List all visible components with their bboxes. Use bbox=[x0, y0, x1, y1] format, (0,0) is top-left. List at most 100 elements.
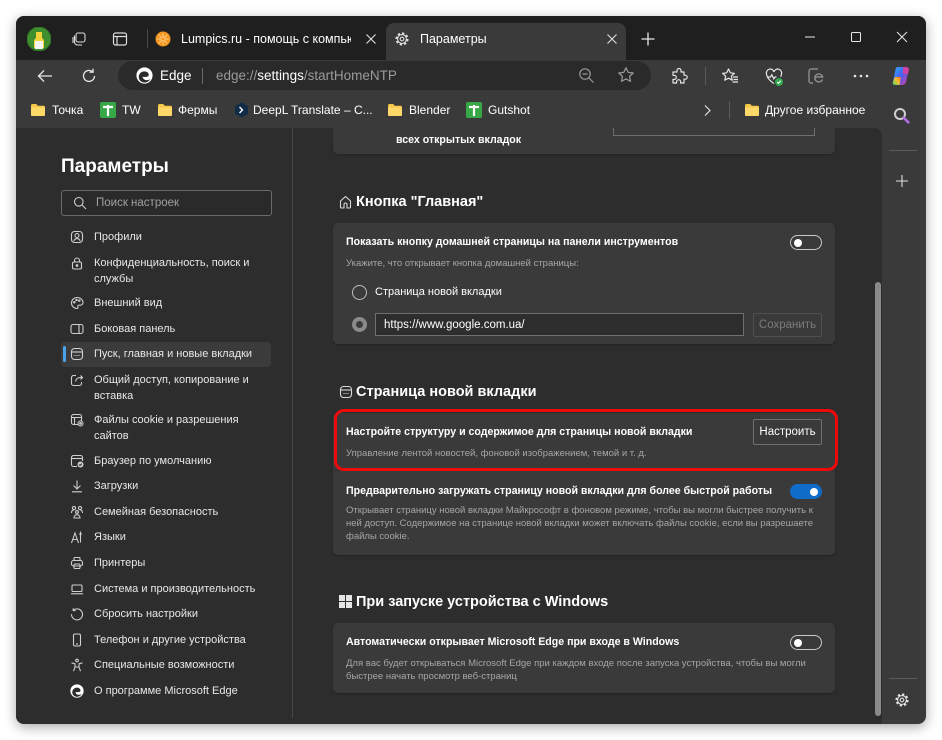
settings-search[interactable] bbox=[61, 190, 272, 216]
copilot-icon[interactable] bbox=[891, 65, 913, 87]
nav-item-languages[interactable]: Языки bbox=[61, 525, 271, 549]
scrollbar-thumb[interactable] bbox=[875, 282, 881, 716]
radio-new-tab-page-label[interactable]: Страница новой вкладки bbox=[375, 285, 502, 300]
nav-item-accessibility[interactable]: Специальные возможности bbox=[61, 653, 271, 677]
profile-avatar[interactable] bbox=[27, 27, 51, 51]
section-heading-new-tab-page: Страница новой вкладки bbox=[356, 384, 537, 400]
nav-item-label: Боковая панель bbox=[94, 323, 176, 335]
tab-separator bbox=[147, 29, 148, 48]
show-home-button-toggle[interactable] bbox=[790, 235, 822, 250]
preload-ntp-toggle[interactable] bbox=[790, 484, 822, 499]
bookmark-label: Другое избранное bbox=[765, 103, 866, 117]
chevron-right-icon[interactable] bbox=[701, 104, 713, 117]
back-icon[interactable] bbox=[36, 67, 54, 85]
reset-icon bbox=[70, 607, 84, 621]
address-bar[interactable]: Edge edge://settings/startHomeNTP bbox=[118, 61, 651, 90]
new-tab-icon[interactable] bbox=[640, 31, 656, 47]
radio-new-tab-page[interactable] bbox=[352, 285, 367, 300]
nav-item-default-browser[interactable]: Браузер по умолчанию bbox=[61, 449, 271, 473]
nav-item-appearance[interactable]: Внешний вид bbox=[61, 291, 271, 315]
nav-item-printers[interactable]: Принтеры bbox=[61, 551, 271, 575]
nav-item-share-copy-paste[interactable]: Общий доступ, копирование и вставка bbox=[61, 368, 271, 408]
url-host: settings bbox=[257, 68, 304, 83]
section-heading-home-button: Кнопка "Главная" bbox=[356, 194, 484, 210]
tab-title: Lumpics.ru - помощь с компьюте bbox=[181, 32, 351, 46]
nav-item-privacy[interactable]: Конфиденциальность, поиск и службы bbox=[61, 251, 271, 291]
nav-item-label: Загрузки bbox=[94, 480, 139, 492]
address-brand: Edge bbox=[160, 68, 192, 83]
sidebar-search-icon[interactable] bbox=[893, 107, 911, 125]
nav-item-label: О программе Microsoft Edge bbox=[94, 685, 238, 697]
accessibility-icon bbox=[70, 658, 84, 672]
close-tab-icon[interactable] bbox=[365, 33, 377, 45]
default-browser-icon bbox=[70, 454, 84, 468]
browser-essentials-icon[interactable] bbox=[764, 67, 784, 87]
vertical-tabs-icon[interactable] bbox=[112, 31, 128, 47]
profile-icon bbox=[70, 230, 84, 244]
nav-item-cookies-permissions[interactable]: Файлы cookie и разрешения сайтов bbox=[61, 408, 271, 448]
nav-item-family-safety[interactable]: Семейная безопасность bbox=[61, 500, 271, 524]
nav-item-label: Языки bbox=[94, 531, 126, 543]
show-home-button-label: Показать кнопку домашней страницы на пан… bbox=[346, 236, 679, 248]
laptop-icon bbox=[70, 582, 84, 596]
nav-item-label: Профили bbox=[94, 231, 142, 243]
orange-favicon-icon bbox=[155, 31, 171, 47]
url-text[interactable]: edge://settings/startHomeNTP bbox=[216, 67, 397, 84]
nav-item-profiles[interactable]: Профили bbox=[61, 225, 271, 249]
bookmark-label: Точка bbox=[52, 103, 84, 117]
nav-item-phone-devices[interactable]: Телефон и другие устройства bbox=[61, 628, 271, 652]
close-window-icon[interactable] bbox=[896, 31, 908, 43]
startup-card: Автоматически открывает Microsoft Edge п… bbox=[333, 623, 835, 693]
toggle-knob bbox=[794, 238, 802, 247]
nav-item-label: Пуск, главная и новые вкладки bbox=[94, 348, 253, 360]
home-icon bbox=[339, 195, 352, 209]
home-url-input[interactable] bbox=[375, 313, 744, 336]
close-tab-icon[interactable] bbox=[606, 33, 618, 45]
new-tab-page-icon bbox=[339, 385, 353, 399]
tab-settings[interactable]: Параметры bbox=[386, 23, 626, 60]
bookmark-label: DeepL Translate – C... bbox=[253, 103, 373, 117]
ie-mode-icon[interactable] bbox=[807, 67, 825, 85]
save-button[interactable]: Сохранить bbox=[753, 313, 822, 337]
share-icon bbox=[70, 373, 84, 387]
dropdown-select[interactable] bbox=[613, 128, 815, 136]
tabs-restore-card: всех открытых вкладок bbox=[333, 128, 835, 154]
settings-page: Параметры Профили Конфиденциальность, по… bbox=[16, 128, 882, 724]
nav-item-label: Файлы cookie и разрешения сайтов bbox=[94, 414, 239, 442]
nav-item-downloads[interactable]: Загрузки bbox=[61, 474, 271, 498]
minimize-icon[interactable] bbox=[804, 31, 816, 43]
extensions-icon[interactable] bbox=[671, 67, 689, 85]
nav-item-about-edge[interactable]: О программе Microsoft Edge bbox=[61, 679, 271, 703]
refresh-icon[interactable] bbox=[80, 67, 98, 85]
preload-ntp-description: Открывает страницу новой вкладки Майкрос… bbox=[346, 505, 813, 542]
sidebar-icon bbox=[70, 322, 84, 336]
favorites-icon[interactable] bbox=[721, 67, 739, 85]
auto-open-toggle[interactable] bbox=[790, 635, 822, 650]
settings-search-input[interactable] bbox=[96, 194, 261, 212]
section-heading-startup: При запуске устройства с Windows bbox=[356, 594, 609, 610]
sidebar-add-icon[interactable] bbox=[895, 174, 909, 188]
nav-item-system-performance[interactable]: Система и производительность bbox=[61, 577, 271, 601]
auto-open-title: Автоматически открывает Microsoft Edge п… bbox=[346, 636, 680, 648]
search-icon bbox=[73, 196, 87, 210]
nav-item-reset-settings[interactable]: Сбросить настройки bbox=[61, 602, 271, 626]
nav-item-start-home-new-tab[interactable]: Пуск, главная и новые вкладки bbox=[61, 342, 271, 367]
workspaces-icon[interactable] bbox=[71, 31, 87, 47]
home-button-hint: Укажите, что открывает кнопка домашней с… bbox=[346, 258, 579, 269]
nav-item-sidebar[interactable]: Боковая панель bbox=[61, 317, 271, 341]
family-icon bbox=[70, 505, 84, 519]
more-icon[interactable] bbox=[852, 67, 870, 85]
favorite-star-icon[interactable] bbox=[617, 66, 635, 84]
home-button-card: Показать кнопку домашней страницы на пан… bbox=[333, 223, 835, 344]
tab-strip: Lumpics.ru - помощь с компьюте Параметры bbox=[16, 16, 926, 60]
sidebar-settings-gear-icon[interactable] bbox=[894, 692, 910, 708]
sidebar-separator bbox=[889, 678, 917, 679]
folder-icon bbox=[157, 103, 173, 117]
deepl-icon bbox=[234, 102, 249, 118]
radio-custom-url[interactable] bbox=[352, 317, 367, 332]
maximize-icon[interactable] bbox=[850, 31, 862, 43]
sidebar-separator bbox=[889, 150, 917, 151]
zoom-out-icon[interactable] bbox=[578, 67, 595, 84]
nav-item-label: Семейная безопасность bbox=[94, 506, 219, 518]
cookie-permissions-icon bbox=[70, 413, 84, 427]
